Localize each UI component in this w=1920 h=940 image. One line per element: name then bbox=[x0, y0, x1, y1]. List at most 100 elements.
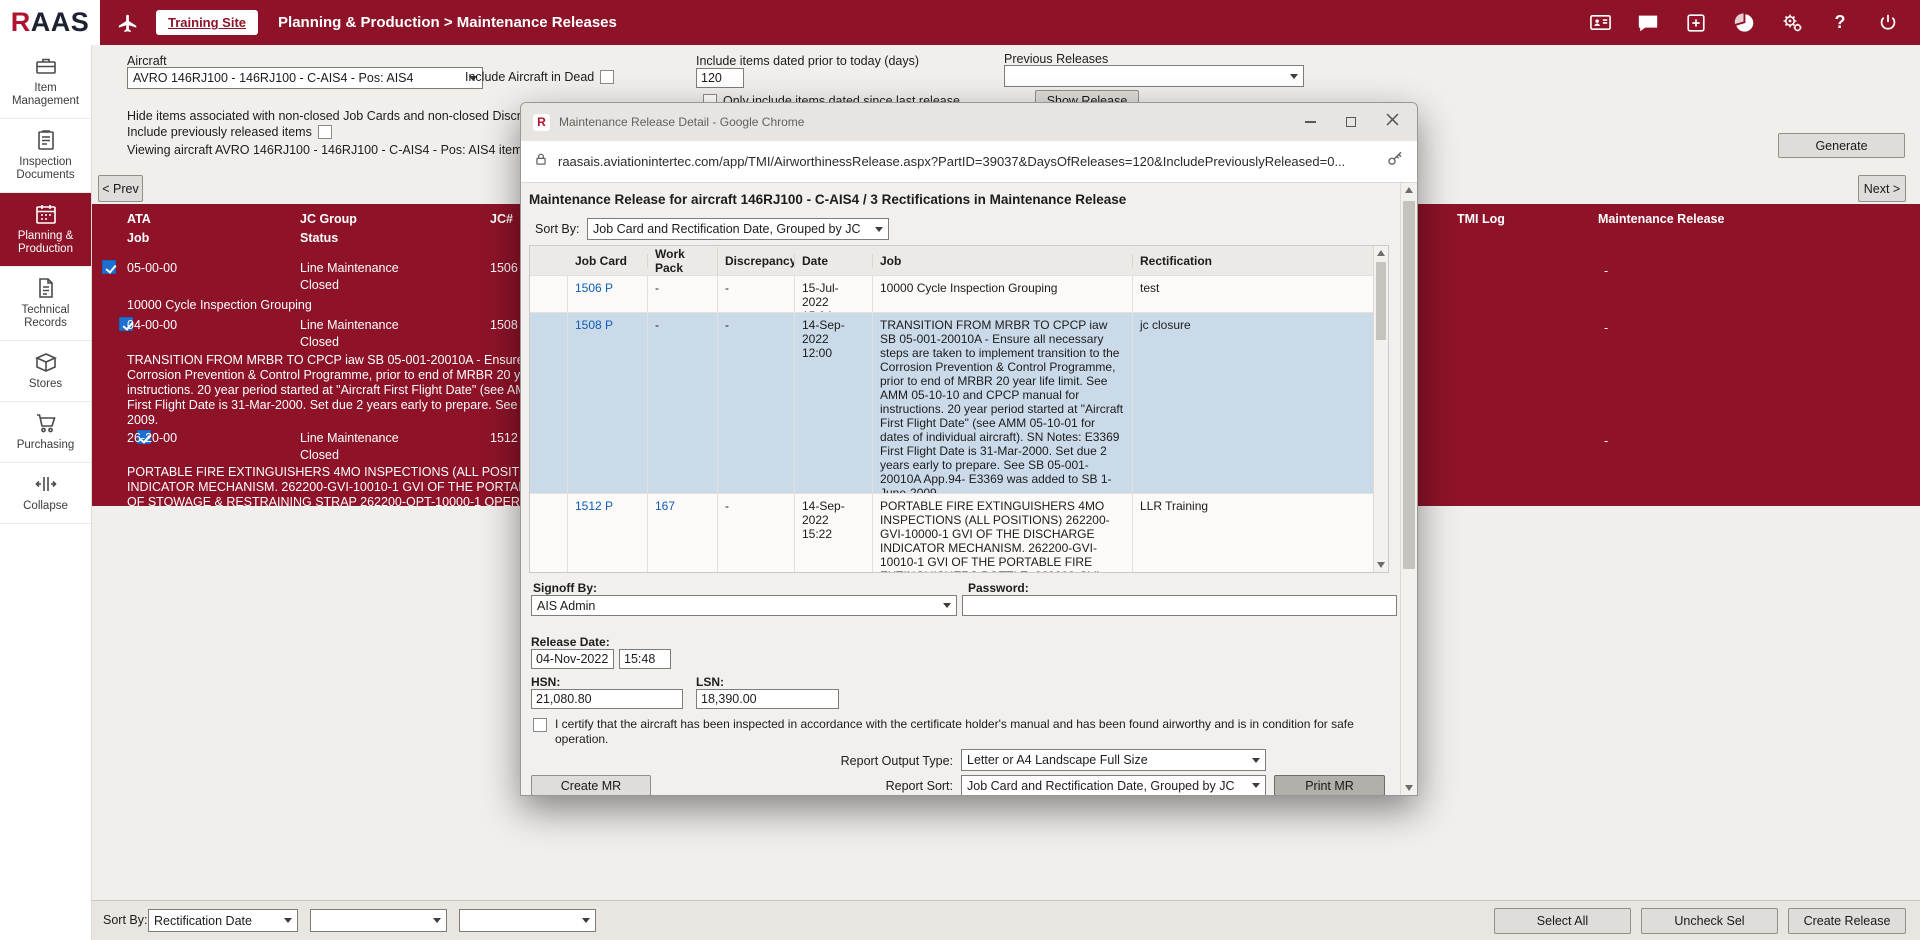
scrollbar-thumb[interactable] bbox=[1376, 262, 1386, 340]
previous-releases-label: Previous Releases bbox=[1004, 52, 1108, 66]
release-time-input[interactable] bbox=[619, 649, 671, 669]
release-date-input[interactable] bbox=[531, 649, 614, 669]
minimize-icon[interactable] bbox=[1305, 121, 1316, 123]
add-icon[interactable] bbox=[1684, 11, 1708, 35]
days-input[interactable] bbox=[696, 68, 744, 88]
popup-scrollbar[interactable] bbox=[1400, 183, 1417, 795]
work-pack-link[interactable]: 167 bbox=[648, 494, 718, 573]
viewing-text: Viewing aircraft AVRO 146RJ100 - 146RJ10… bbox=[127, 143, 557, 157]
lsn-input[interactable] bbox=[696, 689, 839, 709]
certify-row: I certify that the aircraft has been ins… bbox=[533, 717, 1381, 747]
discrepancy-cell: - bbox=[718, 494, 795, 573]
col-discrepancy: Discrepancy bbox=[718, 254, 795, 268]
sidebar-item-stores[interactable]: Stores bbox=[0, 341, 91, 402]
hsn-input[interactable] bbox=[531, 689, 683, 709]
hsn-label: HSN: bbox=[531, 675, 560, 689]
sort-by-select[interactable]: Job Card and Rectification Date, Grouped… bbox=[587, 218, 889, 240]
chevron-down-icon bbox=[943, 603, 951, 608]
job-card-link[interactable]: 1512 P bbox=[568, 494, 648, 573]
work-pack-cell: - bbox=[648, 276, 718, 312]
scroll-down-icon[interactable] bbox=[1377, 562, 1385, 568]
scroll-down-icon[interactable] bbox=[1405, 785, 1413, 791]
uncheck-sel-button[interactable]: Uncheck Sel bbox=[1641, 908, 1778, 934]
next-page-button[interactable]: Next > bbox=[1858, 175, 1906, 202]
settings-gears-icon[interactable] bbox=[1780, 11, 1804, 35]
create-mr-button[interactable]: Create MR bbox=[531, 775, 651, 795]
report-sort-select[interactable]: Job Card and Rectification Date, Grouped… bbox=[961, 775, 1266, 795]
certify-checkbox[interactable] bbox=[533, 718, 547, 732]
pie-chart-icon[interactable] bbox=[1732, 11, 1756, 35]
col-job: Job bbox=[873, 254, 1133, 268]
chevron-down-icon bbox=[284, 918, 292, 923]
sidebar-item-item-management[interactable]: Item Management bbox=[0, 45, 91, 119]
sidebar-item-label: Inspection Documents bbox=[16, 156, 74, 181]
date-cell: 14-Sep-202215:22 bbox=[795, 494, 873, 573]
create-release-button[interactable]: Create Release bbox=[1788, 908, 1906, 934]
sidebar: Item Management Inspection Documents Pla… bbox=[0, 45, 92, 940]
col-date: Date bbox=[795, 254, 873, 268]
sidebar-item-purchasing[interactable]: Purchasing bbox=[0, 402, 91, 463]
days-label: Include items dated prior to today (days… bbox=[696, 54, 919, 68]
date-cell: 15-Jul-202215:04 bbox=[795, 276, 873, 312]
prev-page-button[interactable]: < Prev bbox=[98, 175, 143, 202]
table-row-selected[interactable]: 1508 P - - 14-Sep-202212:00 TRANSITION F… bbox=[530, 313, 1388, 494]
include-prev-checkbox[interactable] bbox=[318, 125, 332, 139]
sidebar-item-technical-records[interactable]: Technical Records bbox=[0, 267, 91, 341]
report-output-select[interactable]: Letter or A4 Landscape Full Size bbox=[961, 749, 1266, 771]
bottom-filter2-select[interactable] bbox=[310, 909, 447, 932]
table-header-row: Job Card Work Pack Discrepancy Date Job … bbox=[530, 246, 1388, 276]
aircraft-select[interactable]: AVRO 146RJ100 - 146RJ100 - C-AIS4 - Pos:… bbox=[127, 67, 483, 89]
bottom-sort-select[interactable]: Rectification Date bbox=[148, 909, 298, 932]
date-cell: 14-Sep-202212:00 bbox=[795, 313, 873, 493]
scroll-up-icon[interactable] bbox=[1377, 250, 1385, 256]
window-title: Maintenance Release Detail - Google Chro… bbox=[559, 115, 804, 129]
table-scrollbar[interactable] bbox=[1373, 246, 1388, 572]
rectifications-table: Job Card Work Pack Discrepancy Date Job … bbox=[529, 245, 1389, 573]
row-jc-group: Line Maintenance bbox=[300, 431, 399, 445]
previous-releases-select[interactable] bbox=[1004, 65, 1304, 87]
sidebar-item-inspection-documents[interactable]: Inspection Documents bbox=[0, 119, 91, 193]
url-text: raasais.aviationintertec.com/app/TMI/Air… bbox=[558, 154, 1386, 169]
include-dead-checkbox[interactable] bbox=[600, 70, 614, 84]
raas-favicon: R bbox=[533, 114, 550, 131]
sidebar-item-planning-production[interactable]: Planning & Production bbox=[0, 193, 91, 267]
sidebar-item-collapse[interactable]: Collapse bbox=[0, 463, 91, 524]
job-card-link[interactable]: 1508 P bbox=[568, 313, 648, 493]
airplane-icon bbox=[116, 11, 140, 35]
select-all-button[interactable]: Select All bbox=[1494, 908, 1631, 934]
col-work-pack: Work Pack bbox=[648, 247, 718, 275]
report-output-label: Report Output Type: bbox=[755, 754, 953, 768]
url-bar[interactable]: raasais.aviationintertec.com/app/TMI/Air… bbox=[521, 141, 1417, 183]
aircraft-label: Aircraft bbox=[127, 54, 167, 68]
password-input[interactable] bbox=[962, 595, 1397, 616]
signoff-select[interactable]: AIS Admin bbox=[531, 595, 957, 616]
close-icon[interactable] bbox=[1386, 113, 1399, 131]
row-status: Closed bbox=[300, 448, 339, 462]
contact-card-icon[interactable] bbox=[1588, 11, 1612, 35]
table-row[interactable]: 1506 P - - 15-Jul-202215:04 10000 Cycle … bbox=[530, 276, 1388, 313]
sidebar-item-label: Technical Records bbox=[22, 304, 70, 329]
bottom-filter3-select[interactable] bbox=[459, 909, 596, 932]
include-prev-label: Include previously released items bbox=[127, 125, 312, 139]
table-row[interactable]: 1512 P 167 - 14-Sep-202215:22 PORTABLE F… bbox=[530, 494, 1388, 573]
collapse-arrows-icon bbox=[3, 472, 88, 496]
maximize-icon[interactable] bbox=[1346, 117, 1356, 127]
chat-icon[interactable] bbox=[1636, 11, 1660, 35]
row-checkbox[interactable] bbox=[102, 260, 116, 274]
power-icon[interactable] bbox=[1876, 11, 1900, 35]
window-title-bar: R Maintenance Release Detail - Google Ch… bbox=[521, 103, 1417, 141]
generate-button[interactable]: Generate bbox=[1778, 133, 1905, 158]
box-icon bbox=[3, 350, 88, 374]
tab-training-site[interactable]: Training Site bbox=[156, 10, 258, 35]
print-mr-button[interactable]: Print MR bbox=[1274, 775, 1385, 795]
calendar-icon bbox=[3, 202, 88, 226]
scroll-up-icon[interactable] bbox=[1405, 187, 1413, 193]
include-prev-row: Include previously released items bbox=[127, 125, 332, 139]
raas-logo: RAAS bbox=[0, 0, 100, 45]
chevron-down-icon bbox=[433, 918, 441, 923]
key-icon[interactable] bbox=[1386, 150, 1404, 173]
job-card-link[interactable]: 1506 P bbox=[568, 276, 648, 312]
job-cell: PORTABLE FIRE EXTINGUISHERS 4MO INSPECTI… bbox=[873, 494, 1133, 573]
scrollbar-thumb[interactable] bbox=[1403, 201, 1415, 569]
help-icon[interactable]: ? bbox=[1828, 11, 1852, 35]
